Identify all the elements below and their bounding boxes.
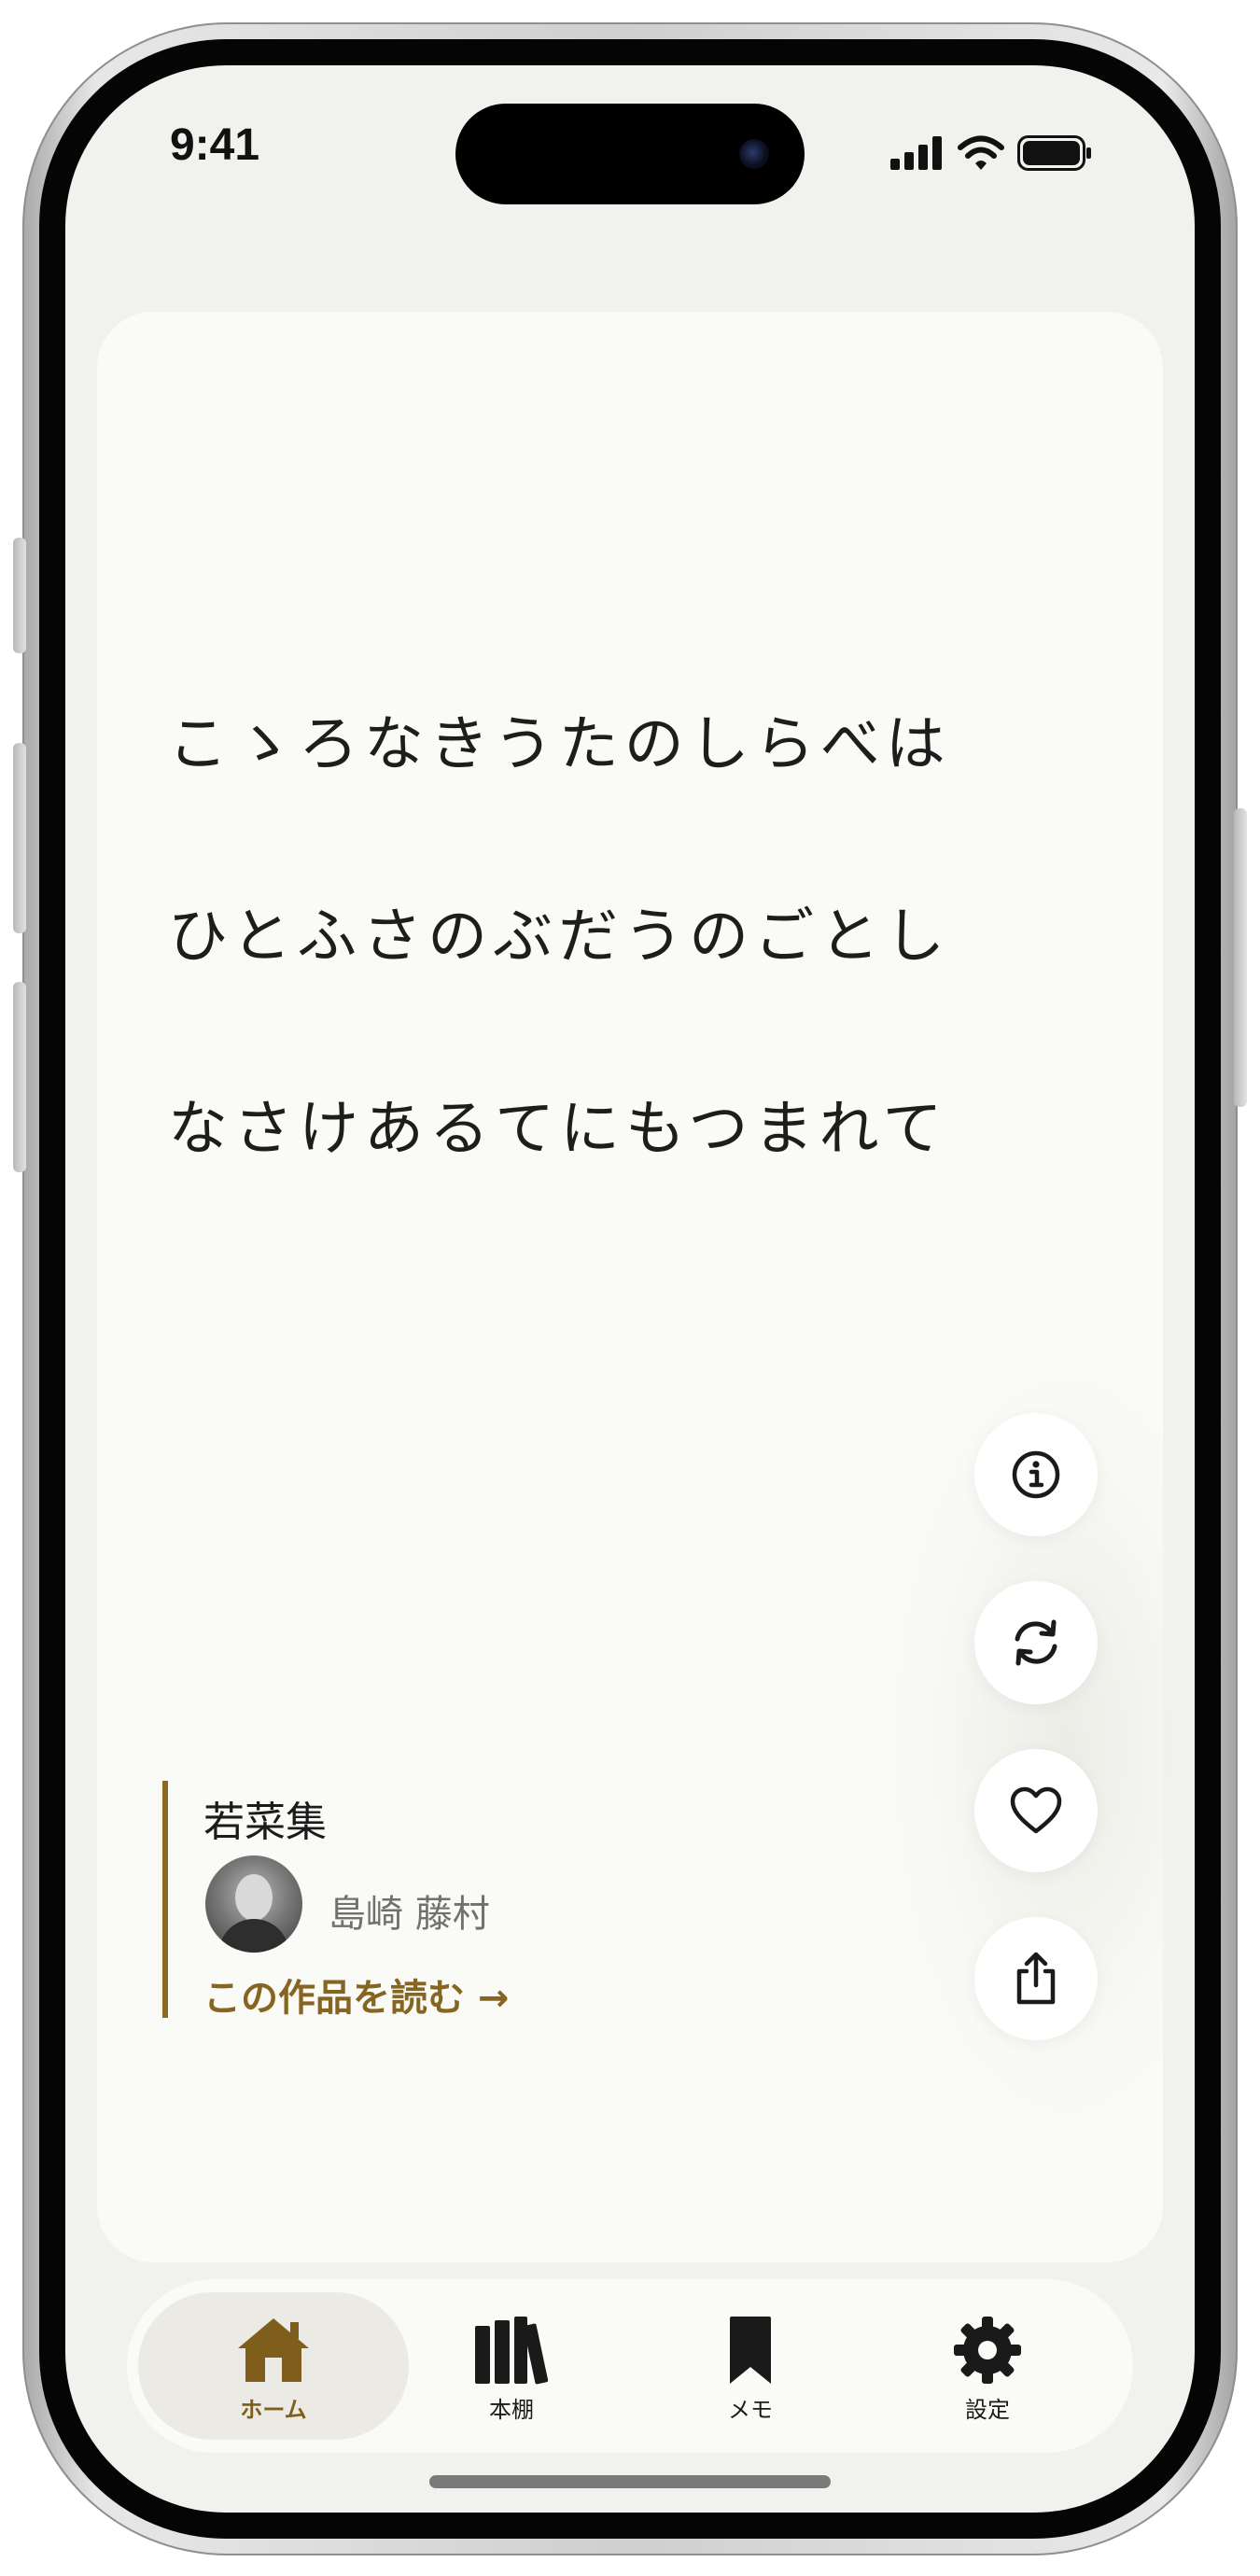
signal-icon (890, 136, 942, 170)
status-time: 9:41 (169, 120, 260, 170)
author-avatar (205, 1855, 302, 1953)
info-button[interactable] (974, 1413, 1098, 1536)
poem-line-1: こゝろなきうたのしらべは (168, 710, 951, 779)
home-indicator[interactable] (429, 2475, 831, 2488)
volume-up-button (13, 743, 26, 933)
bookshelf-icon (475, 2317, 549, 2385)
camera-icon (739, 139, 769, 169)
wifi-icon (958, 135, 1004, 170)
work-info: 若菜集 島崎 藤村 この作品を読む → (162, 1781, 569, 2020)
bookmark-icon (730, 2317, 771, 2384)
read-work-link[interactable]: この作品を読む → (203, 1967, 509, 2022)
author-name: 島崎 藤村 (329, 1893, 490, 1936)
tab-memo-label: メモ (728, 2397, 773, 2423)
power-button (1234, 808, 1247, 1107)
tab-settings-label: 設定 (965, 2397, 1010, 2423)
poem-line-3: なさけあるてにもつまれて (168, 1095, 948, 1164)
tab-settings[interactable]: 設定 (875, 2292, 1099, 2440)
tab-bookshelf-label: 本棚 (489, 2397, 534, 2423)
home-icon (238, 2318, 309, 2382)
refresh-button[interactable] (974, 1581, 1098, 1704)
dynamic-island (455, 104, 805, 204)
favorite-button[interactable] (974, 1749, 1098, 1872)
heart-icon (1010, 1786, 1062, 1834)
tab-bookshelf[interactable]: 本棚 (399, 2292, 623, 2440)
volume-down-button (13, 982, 26, 1172)
poem-line-2: ひとふさのぶだうのごとし (168, 903, 951, 972)
share-icon (1016, 1952, 1056, 2005)
tab-home[interactable]: ホーム (138, 2292, 409, 2440)
work-title: 若菜集 (203, 1799, 327, 1846)
tab-memo[interactable]: メモ (638, 2292, 862, 2440)
status-icons (890, 134, 1092, 172)
info-icon (1012, 1450, 1060, 1499)
refresh-icon (1015, 1619, 1057, 1666)
gear-icon (954, 2317, 1021, 2384)
action-button (13, 538, 26, 653)
tab-home-label: ホーム (240, 2397, 307, 2423)
battery-icon (1017, 135, 1091, 171)
share-button[interactable] (974, 1917, 1098, 2040)
